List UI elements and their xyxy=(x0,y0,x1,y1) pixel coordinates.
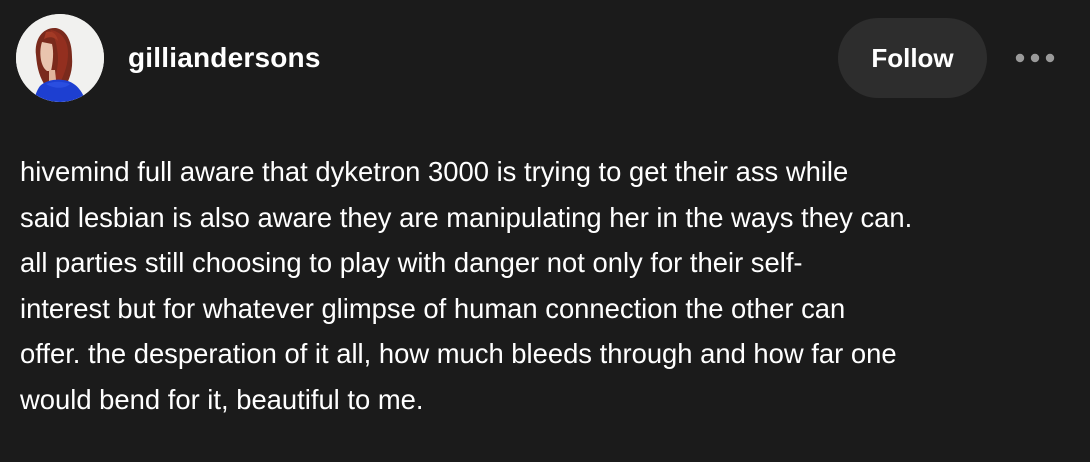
post-body-line: interest but for whatever glimpse of hum… xyxy=(20,292,846,324)
username[interactable]: gilliandersons xyxy=(128,41,321,75)
more-options-button[interactable] xyxy=(1010,38,1060,78)
post-body-line: all parties still choosing to play with … xyxy=(20,247,803,278)
follow-button[interactable]: Follow xyxy=(838,18,987,98)
ellipsis-horizontal-icon xyxy=(1015,53,1055,63)
post-body-line: offer. the desperation of it all, how mu… xyxy=(20,338,897,369)
post-body-line: said lesbian is also aware they are mani… xyxy=(20,201,913,233)
post-body-line: would bend for it, beautiful to me. xyxy=(20,383,424,415)
post-card: gilliandersons Follow hivemind full awar… xyxy=(0,0,1090,462)
avatar-image xyxy=(16,14,104,102)
post-body-line: hivemind full aware that dyketron 3000 i… xyxy=(20,156,849,187)
avatar[interactable] xyxy=(16,14,104,102)
post-body: hivemind full aware that dyketron 3000 i… xyxy=(20,149,1080,422)
